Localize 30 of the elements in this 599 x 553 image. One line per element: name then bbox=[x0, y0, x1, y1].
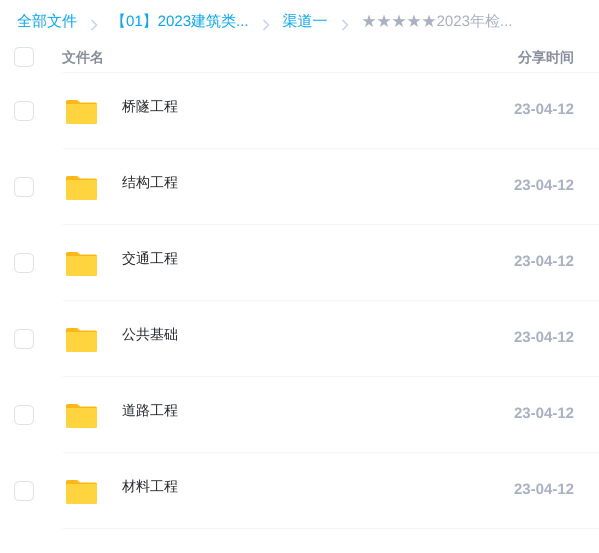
column-header: 文件名 bbox=[62, 48, 104, 66]
chevron-right-icon bbox=[340, 19, 349, 31]
file-name[interactable]: 交通工程 bbox=[122, 248, 178, 269]
checkbox[interactable] bbox=[14, 481, 34, 501]
share-date: 23-04-12 bbox=[514, 100, 574, 120]
share-date: 23-04-12 bbox=[514, 252, 574, 272]
folder-icon bbox=[66, 174, 97, 200]
file-name[interactable]: 材料工程 bbox=[122, 476, 178, 497]
folder-icon bbox=[66, 402, 97, 428]
chevron-right-icon bbox=[262, 19, 270, 31]
share-date: 23-04-12 bbox=[514, 176, 574, 196]
file-name[interactable]: 公共基础 bbox=[122, 324, 178, 345]
file-name[interactable]: 结构工程 bbox=[122, 172, 178, 193]
checkbox[interactable] bbox=[14, 253, 34, 273]
folder-icon bbox=[66, 98, 97, 124]
file-name[interactable]: 道路工程 bbox=[122, 400, 178, 421]
file-name[interactable]: 桥隧工程 bbox=[122, 96, 178, 117]
folder-icon bbox=[66, 250, 97, 276]
checkbox[interactable] bbox=[14, 47, 34, 67]
share-date: 23-04-12 bbox=[514, 480, 574, 500]
folder-icon bbox=[66, 478, 97, 504]
checkbox[interactable] bbox=[14, 329, 34, 349]
checkbox[interactable] bbox=[14, 101, 34, 121]
share-date: 23-04-12 bbox=[514, 328, 574, 348]
share-date: 23-04-12 bbox=[514, 404, 574, 424]
column-header: 分享时间 bbox=[518, 48, 574, 66]
folder-icon bbox=[66, 326, 97, 352]
checkbox[interactable] bbox=[14, 405, 34, 425]
chevron-right-icon bbox=[90, 19, 98, 31]
checkbox[interactable] bbox=[14, 177, 34, 197]
